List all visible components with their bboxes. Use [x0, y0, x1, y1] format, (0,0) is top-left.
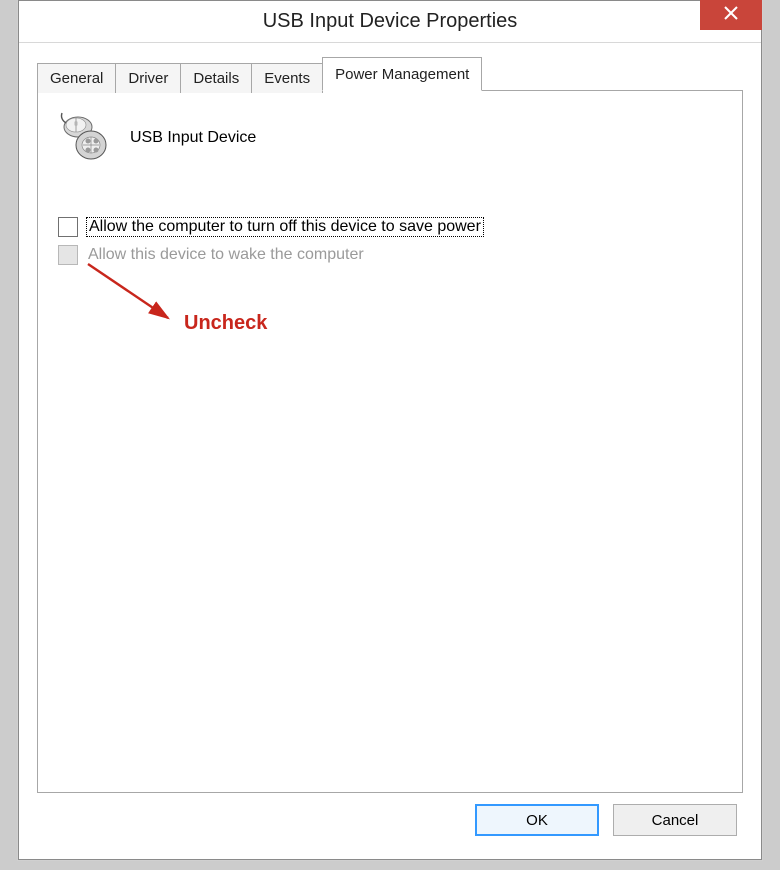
tab-content: USB Input Device Allow the computer to t…: [37, 90, 743, 793]
annotation-text: Uncheck: [184, 312, 267, 335]
close-icon: [724, 6, 738, 25]
tab-driver[interactable]: Driver: [115, 63, 181, 93]
checkbox-wake: [58, 245, 78, 265]
window-title: USB Input Device Properties: [263, 10, 518, 33]
ok-button[interactable]: OK: [475, 804, 599, 836]
annotation: Uncheck: [82, 260, 182, 344]
dialog-footer: OK Cancel: [37, 793, 743, 847]
device-name: USB Input Device: [130, 129, 256, 147]
tab-details[interactable]: Details: [180, 63, 252, 93]
option-wake-row: Allow this device to wake the computer: [58, 245, 722, 265]
checkbox-wake-label: Allow this device to wake the computer: [86, 246, 366, 264]
titlebar: USB Input Device Properties: [19, 1, 761, 43]
close-button[interactable]: [700, 0, 762, 30]
mouse-device-icon: [58, 111, 112, 165]
tab-general[interactable]: General: [37, 63, 116, 93]
option-turn-off-row: Allow the computer to turn off this devi…: [58, 217, 722, 237]
client-area: General Driver Details Events Power Mana…: [19, 43, 761, 859]
checkbox-turn-off-label[interactable]: Allow the computer to turn off this devi…: [86, 217, 484, 237]
cancel-button[interactable]: Cancel: [613, 804, 737, 836]
checkbox-turn-off[interactable]: [58, 217, 78, 237]
properties-window: USB Input Device Properties General Driv…: [18, 0, 762, 860]
tab-events[interactable]: Events: [251, 63, 323, 93]
device-header: USB Input Device: [58, 111, 722, 165]
tabstrip: General Driver Details Events Power Mana…: [37, 59, 743, 91]
tab-power-management[interactable]: Power Management: [322, 57, 482, 91]
